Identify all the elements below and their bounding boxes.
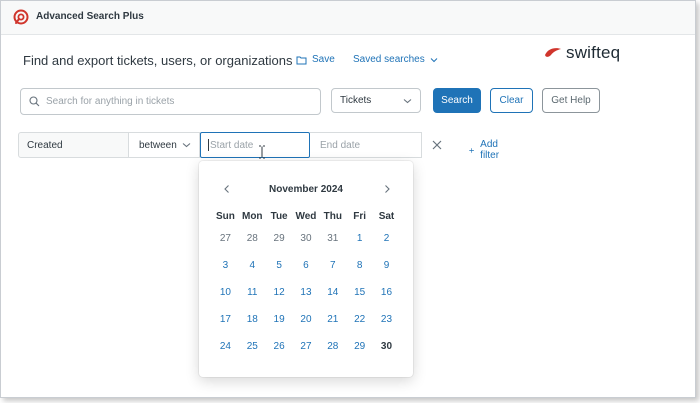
calendar-day[interactable]: 10 [212, 279, 239, 306]
calendar-day[interactable]: 30 [293, 225, 320, 252]
date-picker-calendar: November 2024 Sun Mon Tue Wed Thu Fri Sat 27 28 2… [199, 161, 413, 377]
page-title: Find and export tickets, users, or organ… [23, 53, 293, 68]
filter-operator-label: between [139, 139, 177, 151]
weekday-header: Tue [270, 210, 288, 222]
end-date-input[interactable]: End date [310, 132, 422, 158]
calendar-day[interactable]: 21 [319, 306, 346, 333]
folder-icon [296, 56, 307, 64]
add-filter-label: Add filter [480, 139, 500, 161]
calendar-day[interactable]: 4 [239, 252, 266, 279]
text-caret [208, 139, 209, 151]
calendar-day[interactable]: 7 [319, 252, 346, 279]
title-bar: Advanced Search Plus [1, 1, 695, 35]
weekday-header: Sun [215, 210, 235, 222]
calendar-day[interactable]: 16 [373, 279, 400, 306]
search-field[interactable] [20, 88, 321, 115]
close-icon[interactable] [430, 138, 444, 152]
app-title: Advanced Search Plus [36, 11, 144, 22]
brand-logo: swifteq [543, 43, 620, 63]
clear-button[interactable]: Clear [490, 88, 533, 113]
chevron-down-icon [182, 143, 191, 148]
search-type-value: Tickets [340, 95, 372, 106]
calendar-day[interactable]: 2 [373, 225, 400, 252]
filter-field-select[interactable]: Created [18, 132, 129, 158]
search-input[interactable] [44, 95, 308, 108]
weekday-header: Fri [353, 210, 367, 222]
calendar-day[interactable]: 17 [212, 306, 239, 333]
calendar-day[interactable]: 6 [293, 252, 320, 279]
calendar-day[interactable]: 20 [293, 306, 320, 333]
weekday-header: Sat [378, 210, 395, 222]
save-button[interactable]: Save [296, 54, 335, 65]
calendar-day[interactable]: 9 [373, 252, 400, 279]
calendar-day[interactable]: 8 [346, 252, 373, 279]
brand-mark-icon [545, 48, 561, 57]
plus-icon [469, 147, 474, 153]
calendar-day[interactable]: 15 [346, 279, 373, 306]
calendar-day[interactable]: 26 [266, 333, 293, 360]
chevron-down-icon [430, 57, 438, 62]
calendar-day[interactable]: 24 [212, 333, 239, 360]
search-button[interactable]: Search [433, 88, 481, 113]
weekday-header: Thu [323, 210, 342, 222]
calendar-day[interactable]: 28 [239, 225, 266, 252]
calendar-day[interactable]: 12 [266, 279, 293, 306]
weekday-header: Mon [241, 210, 263, 222]
calendar-day[interactable]: 11 [239, 279, 266, 306]
brand-name: swifteq [566, 43, 621, 62]
calendar-day[interactable]: 5 [266, 252, 293, 279]
chevron-down-icon [403, 98, 412, 103]
calendar-day[interactable]: 3 [212, 252, 239, 279]
calendar-day[interactable]: 29 [266, 225, 293, 252]
text-cursor-icon [259, 145, 265, 159]
start-date-placeholder: Start date [210, 139, 254, 151]
saved-searches-label: Saved searches [353, 54, 425, 65]
calendar-day[interactable]: 18 [239, 306, 266, 333]
search-type-select[interactable]: Tickets [331, 88, 421, 113]
calendar-day[interactable]: 14 [319, 279, 346, 306]
get-help-button[interactable]: Get Help [542, 88, 600, 113]
calendar-day[interactable]: 28 [319, 333, 346, 360]
search-icon [29, 96, 40, 107]
weekday-header: Wed [295, 210, 317, 222]
end-date-placeholder: End date [320, 139, 361, 151]
calendar-day[interactable]: 22 [346, 306, 373, 333]
app-logo-icon [13, 9, 29, 25]
filter-operator-select[interactable]: between [129, 132, 200, 158]
calendar-day[interactable]: 29 [346, 333, 373, 360]
calendar-day[interactable]: 23 [373, 306, 400, 333]
calendar-day[interactable]: 27 [293, 333, 320, 360]
calendar-day[interactable]: 31 [319, 225, 346, 252]
calendar-day[interactable]: 27 [212, 225, 239, 252]
calendar-grid: Sun Mon Tue Wed Thu Fri Sat 27 28 29 30 31 1 2 3 4 5 6 7 8 9… [212, 207, 400, 360]
add-filter-button[interactable]: Add filter [469, 139, 503, 161]
chevron-right-icon[interactable] [381, 183, 393, 195]
calendar-day[interactable]: 19 [266, 306, 293, 333]
save-label: Save [312, 54, 335, 65]
filter-field-label: Created [27, 139, 63, 151]
calendar-day[interactable]: 1 [346, 225, 373, 252]
start-date-input[interactable]: Start date [200, 132, 310, 158]
saved-searches-dropdown[interactable]: Saved searches [353, 54, 438, 65]
app-window: Advanced Search Plus Find and export tic… [0, 0, 696, 398]
calendar-day[interactable]: 13 [293, 279, 320, 306]
calendar-day[interactable]: 30 [373, 333, 400, 360]
calendar-day[interactable]: 25 [239, 333, 266, 360]
